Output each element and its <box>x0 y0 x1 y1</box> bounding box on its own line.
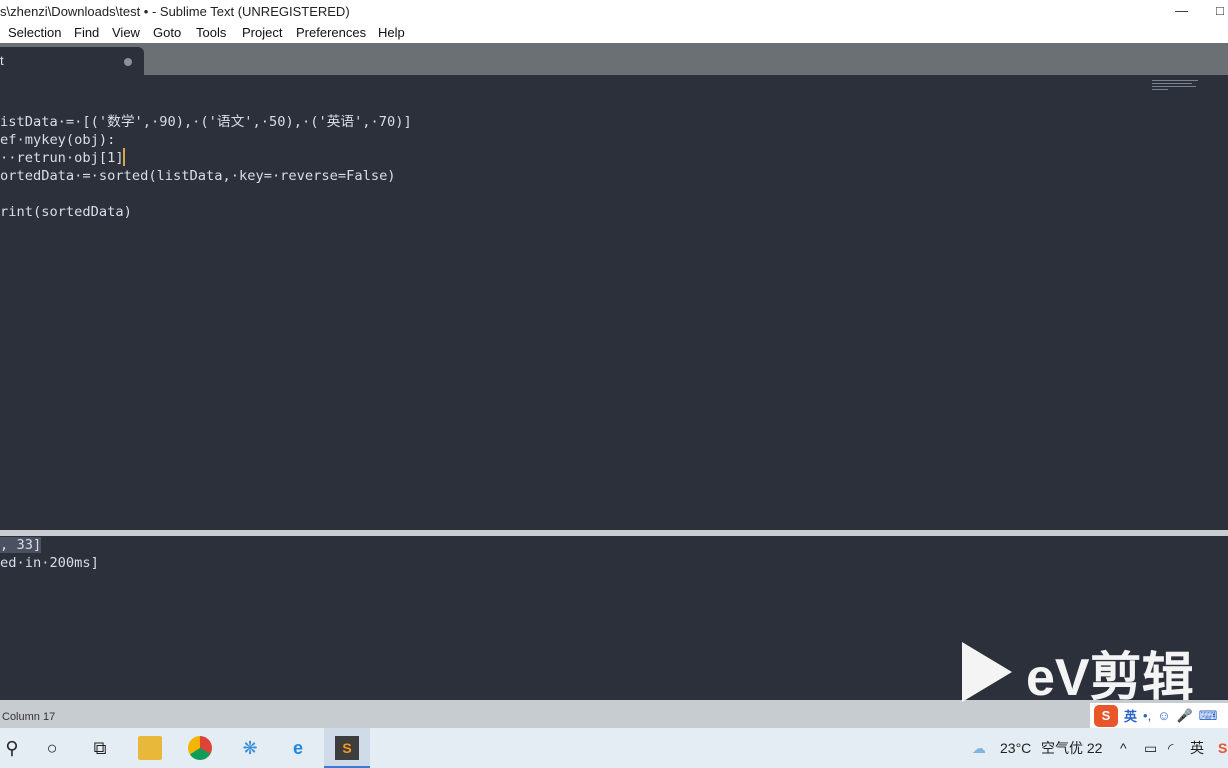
maximize-button[interactable]: □ <box>1216 0 1224 22</box>
code-line: ··retrun·obj[1] <box>0 150 124 166</box>
window-title: s\zhenzi\Downloads\test • - Sublime Text… <box>0 4 350 19</box>
tab-bar: t <box>0 43 1228 75</box>
cursor-position: Column 17 <box>2 711 56 723</box>
menu-find[interactable]: Find <box>74 22 99 43</box>
weather-icon[interactable]: ☁ <box>972 728 986 768</box>
menu-help[interactable]: Help <box>378 22 405 43</box>
menu-tools[interactable]: Tools <box>196 22 226 43</box>
menu-bar: Selection Find View Goto Tools Project P… <box>0 22 1228 43</box>
edge-icon[interactable]: e <box>286 736 310 760</box>
punct-icon[interactable]: •, <box>1143 708 1151 723</box>
battery-icon[interactable]: ▭ <box>1144 728 1157 768</box>
title-bar: s\zhenzi\Downloads\test • - Sublime Text… <box>0 0 1228 22</box>
menu-view[interactable]: View <box>112 22 140 43</box>
air-quality[interactable]: 空气优 22 <box>1041 728 1102 768</box>
search-icon[interactable]: ⚲ <box>0 736 24 760</box>
mic-icon[interactable]: 🎤 <box>1176 708 1192 724</box>
sogou-tray-icon[interactable]: S <box>1218 728 1227 768</box>
ime-toolbar: S 英 •, ☺ 🎤 ⌨ <box>1090 703 1228 728</box>
output-line: ed·in·200ms] <box>0 555 99 571</box>
show-hidden-icons-chevron[interactable]: ^ <box>1120 728 1127 768</box>
watermark-text: eV剪辑 <box>1026 648 1194 707</box>
taskbar: ⚲ ○ ⧉ ❋ e S ☁ 23°C 空气优 22 ^ ▭ ◜ 英 S <box>0 728 1228 768</box>
code-line: ortedData·=·sorted(listData,·key=·revers… <box>0 168 396 184</box>
menu-goto[interactable]: Goto <box>153 22 181 43</box>
minimap[interactable] <box>1152 80 1200 94</box>
cortana-icon[interactable]: ○ <box>40 736 64 760</box>
play-logo-icon <box>962 642 1012 702</box>
menu-preferences[interactable]: Preferences <box>296 22 366 43</box>
tab-test[interactable]: t <box>0 47 144 75</box>
task-view-icon[interactable]: ⧉ <box>88 736 112 760</box>
unsaved-dot-icon[interactable] <box>124 58 132 66</box>
sublime-icon: S <box>335 736 359 760</box>
wifi-icon[interactable]: ◜ <box>1168 728 1173 768</box>
code-line: ef·mykey(obj): <box>0 132 116 148</box>
menu-selection[interactable]: Selection <box>8 22 61 43</box>
emoji-icon[interactable]: ☺ <box>1157 708 1170 723</box>
sogou-logo-icon[interactable]: S <box>1094 704 1118 727</box>
ime-lang[interactable]: 英 <box>1124 706 1137 725</box>
output-line: , 33] <box>0 537 42 553</box>
input-lang[interactable]: 英 <box>1190 728 1204 768</box>
weather-temp[interactable]: 23°C <box>1000 728 1031 768</box>
app-icon[interactable]: ❋ <box>238 736 262 760</box>
code-line: rint(sortedData) <box>0 204 132 220</box>
menu-project[interactable]: Project <box>242 22 282 43</box>
tab-label: t <box>0 53 4 68</box>
code-editor[interactable] <box>0 75 1228 530</box>
sublime-task[interactable]: S <box>324 728 370 768</box>
keyboard-icon[interactable]: ⌨ <box>1199 708 1218 724</box>
code-line: istData·=·[('数学',·90),·('语文',·50),·('英语'… <box>0 114 412 130</box>
file-explorer-icon[interactable] <box>138 736 162 760</box>
text-cursor <box>123 148 125 166</box>
minimize-button[interactable]: — <box>1175 0 1188 22</box>
ev-watermark: eV剪辑 <box>962 640 1194 707</box>
chrome-icon[interactable] <box>188 736 212 760</box>
